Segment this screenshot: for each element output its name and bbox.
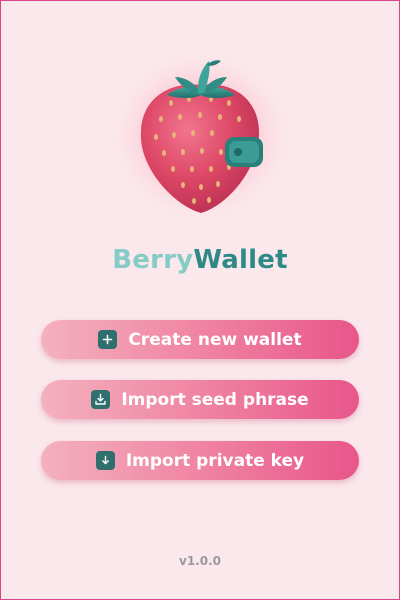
app-title-part-berry: Berry — [112, 245, 194, 275]
download-tray-icon — [91, 390, 111, 409]
app-version: v1.0.0 — [179, 554, 221, 568]
download-icon — [95, 451, 115, 470]
import-seed-phrase-button[interactable]: Import seed phrase — [41, 380, 359, 419]
import-private-key-button[interactable]: Import private key — [41, 441, 359, 480]
import-private-key-label: Import private key — [125, 450, 305, 471]
create-new-wallet-label: Create new wallet — [128, 329, 302, 350]
import-seed-phrase-label: Import seed phrase — [121, 389, 309, 410]
create-new-wallet-button[interactable]: Create new wallet — [41, 320, 359, 359]
plus-icon — [98, 330, 118, 349]
app-title-part-wallet: Wallet — [193, 245, 288, 275]
strawberry-wallet-icon — [106, 46, 296, 226]
app-title: BerryWallet — [1, 243, 399, 277]
strawberry-wallet-logo — [101, 41, 301, 231]
app-screen: BerryWallet Create new wallet Import see… — [0, 0, 400, 600]
